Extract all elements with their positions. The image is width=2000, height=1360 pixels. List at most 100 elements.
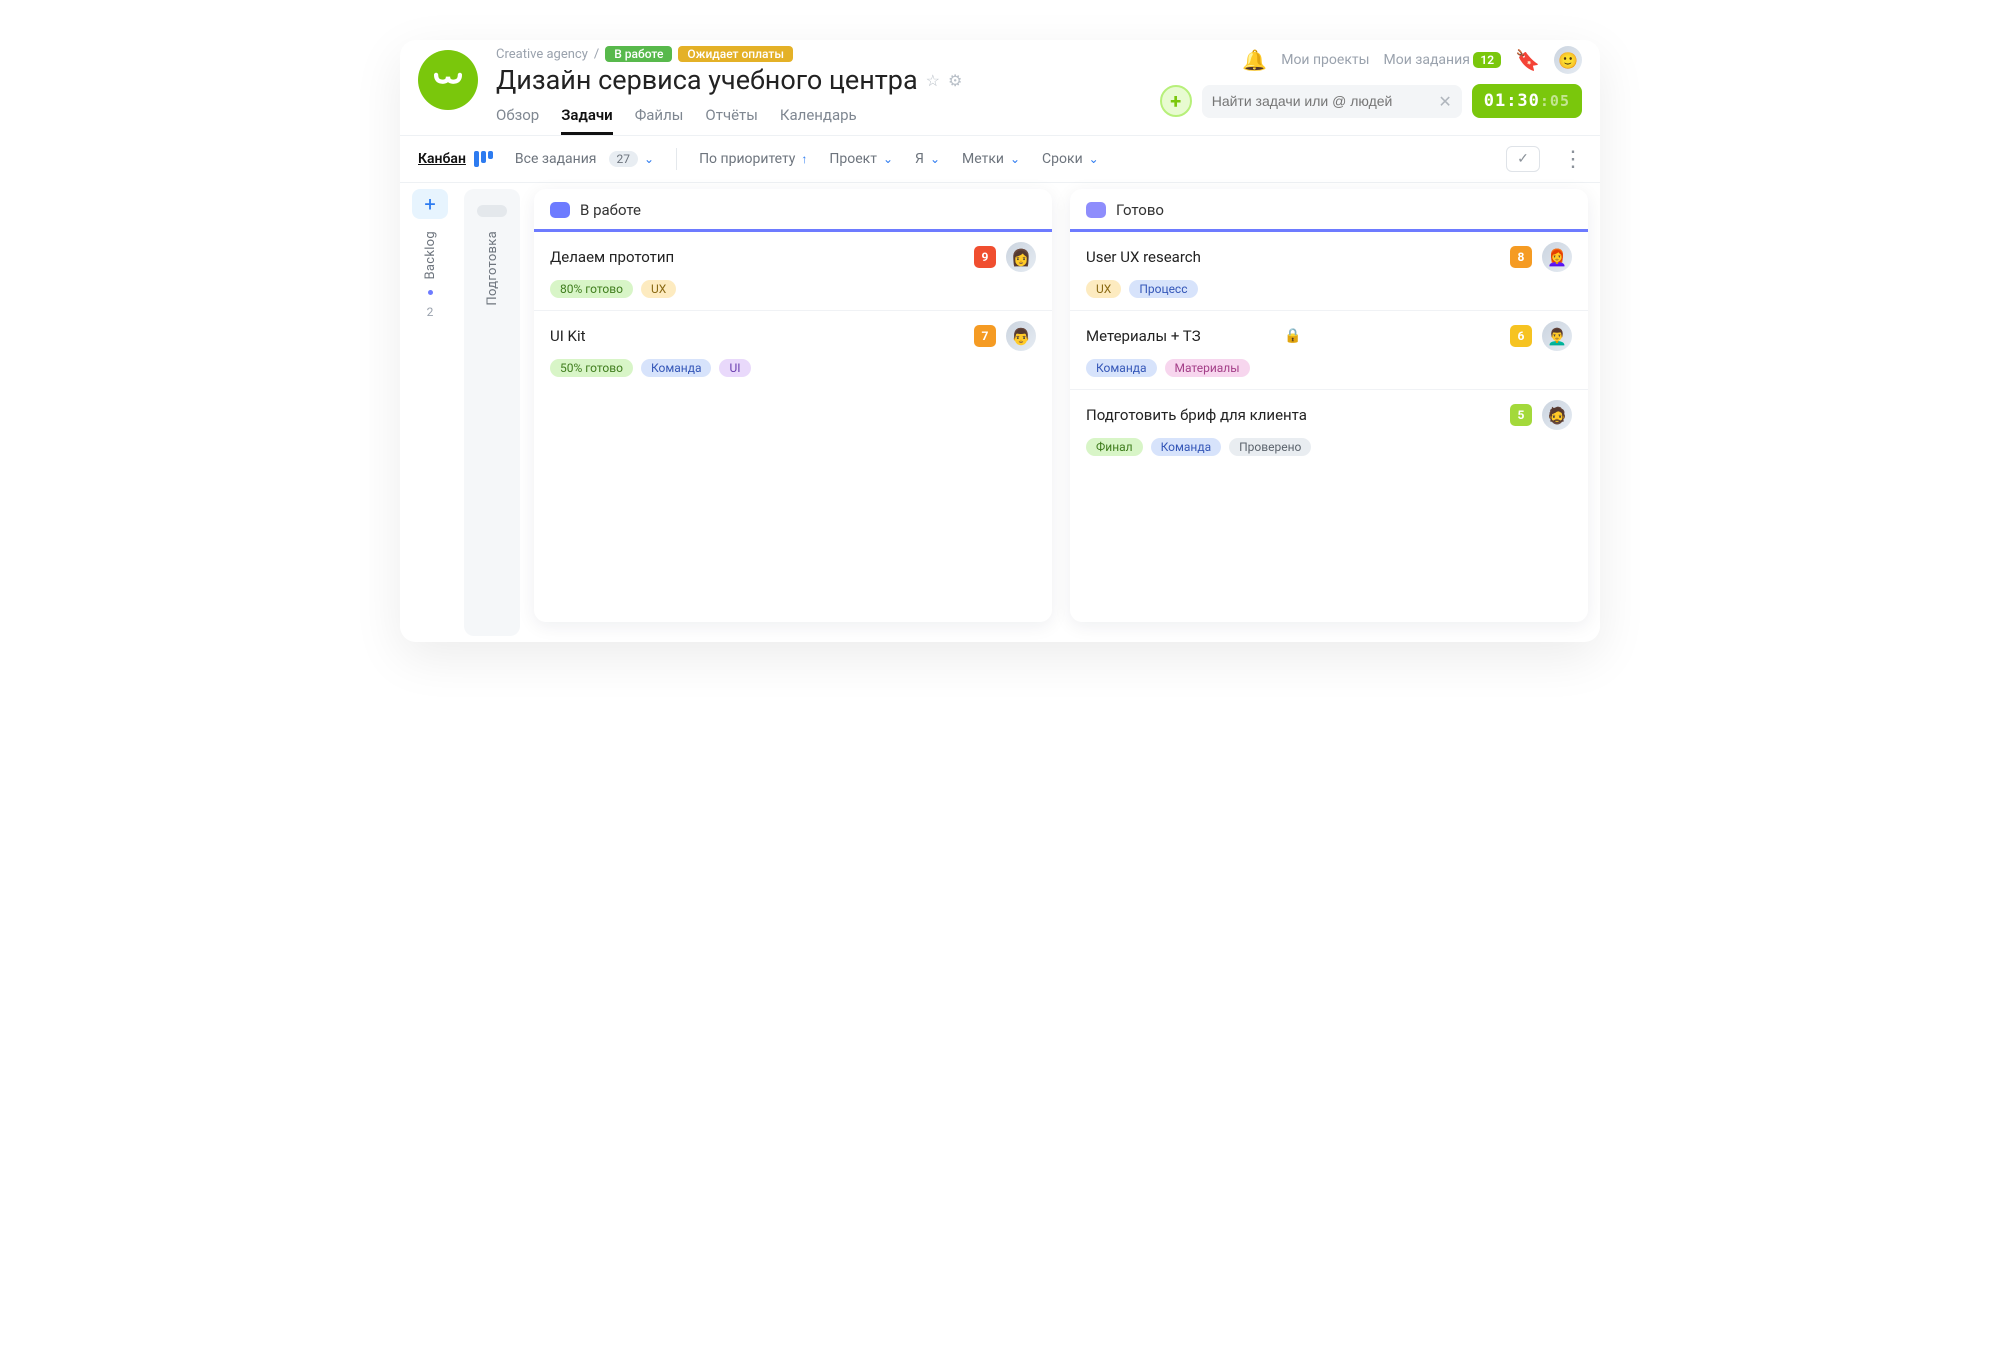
clear-search-icon[interactable]: ✕ bbox=[1438, 92, 1451, 111]
rail-backlog-count: 2 bbox=[427, 305, 434, 319]
assignee-avatar[interactable]: 🧔 bbox=[1542, 400, 1572, 430]
logo-icon bbox=[431, 63, 465, 97]
task-card[interactable]: Делаем прототип 9 👩 80% готово UX bbox=[534, 232, 1052, 311]
rail-handle[interactable] bbox=[477, 205, 507, 217]
filter-all-tasks-count: 27 bbox=[609, 151, 639, 167]
filter-due-label: Сроки bbox=[1042, 151, 1083, 167]
column-done: Готово User UX research 8 👩‍🦰 UX Процесс bbox=[1070, 189, 1588, 622]
tag[interactable]: Проверено bbox=[1229, 438, 1311, 456]
rail-prep-label: Подготовка bbox=[485, 231, 500, 306]
plus-icon: + bbox=[1170, 91, 1181, 111]
bookmark-icon[interactable]: 🔖 bbox=[1515, 48, 1540, 72]
column-header-done[interactable]: Готово bbox=[1070, 189, 1588, 232]
complete-filter-button[interactable]: ✓ bbox=[1506, 146, 1540, 172]
rail-prep[interactable]: Подготовка bbox=[464, 189, 520, 636]
filter-due[interactable]: Сроки ⌄ bbox=[1042, 151, 1099, 167]
columns: В работе Делаем прототип 9 👩 80% готово … bbox=[524, 183, 1600, 642]
page-title: Дизайн сервиса учебного центра bbox=[496, 64, 918, 96]
tab-reports[interactable]: Отчёты bbox=[705, 106, 757, 135]
check-icon: ✓ bbox=[1517, 151, 1529, 167]
tag[interactable]: UX bbox=[1086, 280, 1121, 298]
tag[interactable]: Финал bbox=[1086, 438, 1143, 456]
rail-backlog[interactable]: + Backlog 2 bbox=[400, 183, 460, 642]
tab-tasks[interactable]: Задачи bbox=[561, 106, 612, 135]
tag[interactable]: 50% готово bbox=[550, 359, 633, 377]
timer[interactable]: 01:30:05 bbox=[1472, 84, 1582, 118]
view-label: Канбан bbox=[418, 151, 466, 167]
filter-bar: Канбан Все задания 27 ⌄ По приоритету ↑ … bbox=[400, 135, 1600, 182]
chevron-down-icon: ⌄ bbox=[1089, 152, 1099, 166]
tab-overview[interactable]: Обзор bbox=[496, 106, 539, 135]
assignee-avatar[interactable]: 👨‍🦱 bbox=[1542, 321, 1572, 351]
app-logo[interactable] bbox=[418, 50, 478, 110]
my-projects-link[interactable]: Мои проекты bbox=[1281, 52, 1369, 68]
tag[interactable]: Команда bbox=[1151, 438, 1222, 456]
priority-badge: 7 bbox=[974, 325, 996, 347]
app-window: Creative agency / В работе Ожидает оплат… bbox=[400, 40, 1600, 642]
kanban-board: + Backlog 2 Подготовка В работе Делаем п… bbox=[400, 182, 1600, 642]
task-card[interactable]: Подготовить бриф для клиента 5 🧔 Финал К… bbox=[1070, 390, 1588, 468]
status-chip-awaiting[interactable]: Ожидает оплаты bbox=[678, 46, 793, 62]
assignee-avatar[interactable]: 👩 bbox=[1006, 242, 1036, 272]
tag[interactable]: Команда bbox=[1086, 359, 1157, 377]
tag[interactable]: 80% готово bbox=[550, 280, 633, 298]
task-card[interactable]: User UX research 8 👩‍🦰 UX Процесс bbox=[1070, 232, 1588, 311]
view-toggle[interactable]: Канбан bbox=[418, 151, 493, 167]
task-tags: 50% готово Команда UI bbox=[550, 359, 1036, 377]
timer-main: 01:30 bbox=[1484, 91, 1540, 111]
search-box[interactable]: ✕ bbox=[1202, 85, 1462, 118]
task-title: Метериалы + ТЗ bbox=[1086, 327, 1274, 345]
tab-files[interactable]: Файлы bbox=[635, 106, 684, 135]
star-icon[interactable]: ☆ bbox=[926, 71, 940, 90]
add-button[interactable]: + bbox=[1160, 85, 1192, 117]
assignee-avatar[interactable]: 👨 bbox=[1006, 321, 1036, 351]
filter-priority[interactable]: По приоритету ↑ bbox=[699, 151, 807, 167]
column-in-progress: В работе Делаем прототип 9 👩 80% готово … bbox=[534, 189, 1052, 622]
filter-priority-label: По приоритету bbox=[699, 151, 795, 167]
filter-labels[interactable]: Метки ⌄ bbox=[962, 151, 1020, 167]
search-input[interactable] bbox=[1212, 93, 1431, 109]
bell-icon[interactable]: 🔔 bbox=[1242, 48, 1267, 72]
project-tabs: Обзор Задачи Файлы Отчёты Календарь bbox=[496, 106, 1142, 135]
gear-icon[interactable]: ⚙ bbox=[948, 71, 962, 90]
header-right-bottom: + ✕ 01:30:05 bbox=[1160, 84, 1582, 118]
tab-calendar[interactable]: Календарь bbox=[780, 106, 857, 135]
rail-backlog-label: Backlog bbox=[423, 231, 438, 280]
breadcrumb: Creative agency / В работе Ожидает оплат… bbox=[496, 46, 1142, 62]
filter-me-label: Я bbox=[915, 151, 924, 167]
user-avatar[interactable]: 🙂 bbox=[1554, 46, 1582, 74]
tag[interactable]: UI bbox=[719, 359, 750, 377]
tag[interactable]: Процесс bbox=[1129, 280, 1197, 298]
kanban-icon bbox=[474, 151, 493, 167]
column-color-swatch bbox=[1086, 202, 1106, 218]
status-chip-working[interactable]: В работе bbox=[605, 46, 672, 62]
priority-badge: 5 bbox=[1510, 404, 1532, 426]
column-title: Готово bbox=[1116, 201, 1164, 219]
tag[interactable]: Материалы bbox=[1165, 359, 1250, 377]
timer-seconds: :05 bbox=[1540, 92, 1570, 110]
tag[interactable]: UX bbox=[641, 280, 676, 298]
plus-icon: + bbox=[424, 192, 435, 216]
assignee-avatar[interactable]: 👩‍🦰 bbox=[1542, 242, 1572, 272]
add-column-button[interactable]: + bbox=[412, 189, 448, 219]
filter-labels-label: Метки bbox=[962, 151, 1004, 167]
filter-me[interactable]: Я ⌄ bbox=[915, 151, 940, 167]
rail-indicator-dot bbox=[428, 290, 433, 295]
filter-project[interactable]: Проект ⌄ bbox=[829, 151, 893, 167]
chevron-down-icon: ⌄ bbox=[883, 152, 893, 166]
breadcrumb-parent[interactable]: Creative agency bbox=[496, 47, 588, 62]
task-title: User UX research bbox=[1086, 248, 1500, 266]
more-menu[interactable]: ⋮ bbox=[1562, 154, 1582, 165]
breadcrumb-separator: / bbox=[594, 47, 599, 62]
column-header-in-progress[interactable]: В работе bbox=[534, 189, 1052, 232]
title-row: Дизайн сервиса учебного центра ☆ ⚙ bbox=[496, 64, 1142, 96]
task-card[interactable]: UI Kit 7 👨 50% готово Команда UI bbox=[534, 311, 1052, 389]
task-tags: Команда Материалы bbox=[1086, 359, 1572, 377]
tag[interactable]: Команда bbox=[641, 359, 712, 377]
task-card[interactable]: Метериалы + ТЗ 🔒 6 👨‍🦱 Команда Материалы bbox=[1070, 311, 1588, 390]
filter-all-tasks[interactable]: Все задания 27 ⌄ bbox=[515, 151, 654, 167]
header-right-top: 🔔 Мои проекты Мои задания 12 🔖 🙂 bbox=[1242, 46, 1582, 74]
my-tasks-link[interactable]: Мои задания 12 bbox=[1384, 52, 1502, 68]
task-tags: UX Процесс bbox=[1086, 280, 1572, 298]
priority-badge: 6 bbox=[1510, 325, 1532, 347]
